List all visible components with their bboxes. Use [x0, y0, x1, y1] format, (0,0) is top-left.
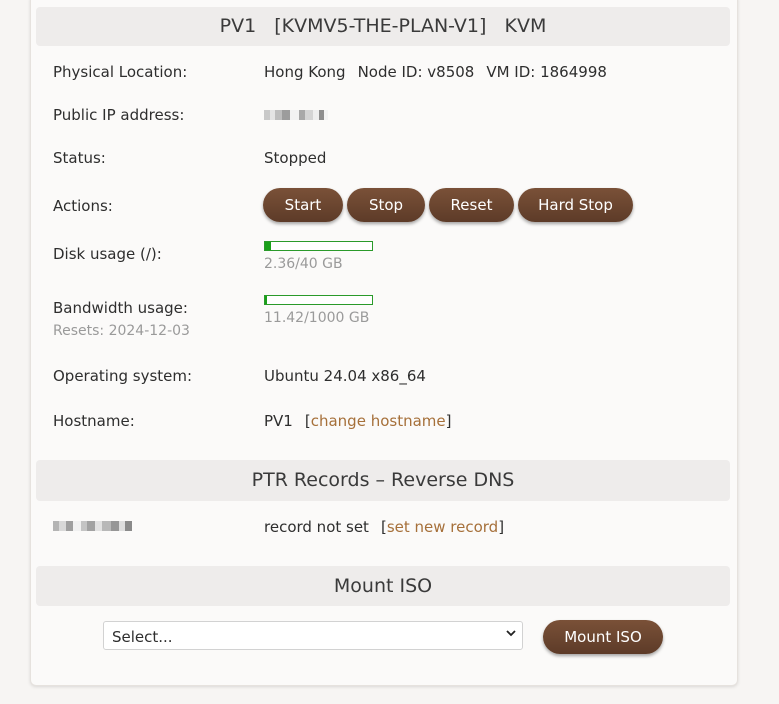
location-row: Hong Kong Node ID: v8508 VM ID: 1864998	[264, 63, 607, 81]
change-hostname-link[interactable]: change hostname	[311, 412, 446, 430]
vm-title: PV1 [KVMV5-THE-PLAN-V1] KVM	[219, 15, 547, 37]
bandwidth-usage-text: 11.42/1000 GB	[264, 310, 370, 326]
hostname-value: PV1	[264, 412, 293, 430]
disk-label: Disk usage (/):	[53, 245, 162, 263]
ip-address-redacted	[264, 110, 328, 120]
status-label: Status:	[53, 149, 106, 167]
stop-button[interactable]: Stop	[347, 188, 425, 222]
set-new-record-link[interactable]: set new record	[387, 518, 498, 536]
location-value: Hong Kong	[264, 63, 346, 81]
disk-usage-fill	[265, 242, 272, 250]
reset-button[interactable]: Reset	[429, 188, 514, 222]
ptr-row: record not set [set new record]	[264, 518, 504, 536]
ip-label: Public IP address:	[53, 106, 185, 124]
ptr-title: PTR Records – Reverse DNS	[251, 469, 515, 491]
iso-title: Mount ISO	[333, 575, 433, 597]
bandwidth-label: Bandwidth usage:	[53, 299, 188, 317]
iso-select-value: Select...	[112, 628, 173, 646]
ptr-header: PTR Records – Reverse DNS	[36, 460, 730, 501]
hostname-label: Hostname:	[53, 412, 135, 430]
os-label: Operating system:	[53, 367, 193, 385]
actions-label: Actions:	[53, 197, 113, 215]
node-id: Node ID: v8508	[357, 63, 475, 81]
iso-select[interactable]: Select...	[103, 621, 523, 650]
vm-title-header: PV1 [KVMV5-THE-PLAN-V1] KVM	[36, 7, 730, 46]
bandwidth-usage-bar	[264, 295, 373, 305]
start-button[interactable]: Start	[263, 188, 343, 222]
bracket-close: ]	[498, 518, 505, 536]
disk-usage-text: 2.36/40 GB	[264, 256, 343, 272]
bandwidth-usage-fill	[265, 296, 268, 304]
hard-stop-button[interactable]: Hard Stop	[518, 188, 633, 222]
hostname-row: PV1 [change hostname]	[264, 412, 451, 430]
bracket-close: ]	[445, 412, 452, 430]
disk-usage-bar	[264, 241, 373, 251]
chevron-down-icon	[506, 627, 516, 643]
mount-iso-button[interactable]: Mount ISO	[543, 620, 663, 654]
ptr-ip-redacted	[53, 521, 132, 531]
status-value: Stopped	[264, 149, 327, 167]
ptr-record-status: record not set	[264, 518, 369, 536]
location-label: Physical Location:	[53, 63, 188, 81]
bandwidth-resets: Resets: 2024-12-03	[53, 323, 190, 339]
iso-header: Mount ISO	[36, 566, 730, 606]
os-value: Ubuntu 24.04 x86_64	[264, 367, 426, 385]
vm-id: VM ID: 1864998	[486, 63, 607, 81]
